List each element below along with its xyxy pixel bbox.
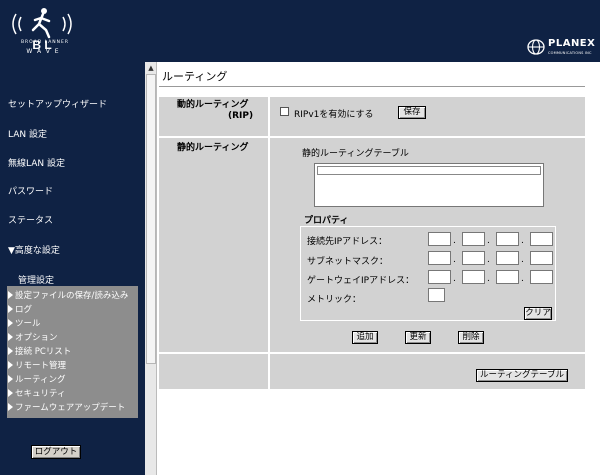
dot-separator: . (453, 274, 456, 284)
triangle-right-icon (8, 305, 13, 313)
dot-separator: . (521, 274, 524, 284)
submenu-item-config-save-load[interactable]: 設定ファイルの保存/読み込み (7, 289, 138, 303)
metric-input[interactable] (428, 288, 445, 302)
sidebar-item-password[interactable]: パスワード (8, 184, 53, 197)
title-divider (159, 86, 585, 87)
submenu-item-label: 設定ファイルの保存/読み込み (15, 291, 129, 301)
row-divider (159, 136, 585, 138)
triangle-right-icon (8, 389, 13, 397)
submenu-item-label: セキュリティ (15, 389, 66, 399)
dest-ip-label: 接続先IPアドレス： (307, 237, 388, 247)
logout-button[interactable]: ログアウト (31, 445, 81, 459)
static-routing-label: 静的ルーティング (177, 143, 249, 153)
gateway-octet-1[interactable] (428, 270, 451, 284)
submenu-item-label: リモート管理 (15, 361, 67, 371)
dest-ip-octet-3[interactable] (496, 232, 519, 246)
gateway-octet-4[interactable] (530, 270, 553, 284)
triangle-right-icon (8, 361, 13, 369)
logo-line: BROAD LANNER (20, 40, 70, 45)
dest-ip-octet-4[interactable] (530, 232, 553, 246)
scroll-thumb[interactable] (146, 74, 156, 364)
dot-separator: . (487, 236, 490, 246)
submenu-item-remote-management[interactable]: リモート管理 (7, 359, 138, 373)
page-title: ルーティング (162, 70, 228, 83)
dot-separator: . (487, 274, 490, 284)
ripv1-checkbox[interactable] (280, 107, 289, 116)
gateway-octet-2[interactable] (462, 270, 485, 284)
row-divider (159, 352, 585, 354)
save-button[interactable]: 保存 (398, 106, 426, 119)
subnet-octet-4[interactable] (530, 251, 553, 265)
submenu-item-label: ファームウェアアップデート (15, 403, 126, 413)
submenu-item-log[interactable]: ログ (7, 303, 138, 317)
static-routing-table-entry[interactable] (317, 166, 541, 175)
subnet-octet-2[interactable] (462, 251, 485, 265)
triangle-right-icon (8, 375, 13, 383)
planex-globe-icon (527, 39, 545, 55)
advanced-submenu: 設定ファイルの保存/読み込み ログ ツール オプション 接続 PCリスト リモー… (7, 286, 138, 418)
dynamic-routing-label: 動的ルーティング (177, 100, 249, 110)
triangle-right-icon (8, 291, 13, 299)
submenu-item-routing[interactable]: ルーティング (7, 373, 138, 387)
header: B L BROAD LANNER WAVE PLANEX COMMUNICATI… (0, 0, 600, 62)
dot-separator: . (453, 255, 456, 265)
sidebar-item-setup-wizard[interactable]: セットアップウィザード (8, 97, 107, 110)
dot-separator: . (521, 255, 524, 265)
sidebar-item-status[interactable]: ステータス (8, 213, 53, 226)
dynamic-routing-rip-label: (RIP) (228, 111, 254, 121)
submenu-item-label: 接続 PCリスト (15, 347, 72, 357)
delete-button[interactable]: 削除 (458, 331, 484, 344)
planex-logo: PLANEX COMMUNICATIONS INC (526, 38, 596, 58)
submenu-item-firmware-update[interactable]: ファームウェアアップデート (7, 401, 138, 415)
clear-button[interactable]: クリア (524, 307, 552, 320)
sidebar-item-advanced[interactable]: ▼高度な設定 (8, 243, 60, 256)
planex-name: PLANEX (548, 38, 596, 49)
submenu-item-tools[interactable]: ツール (7, 317, 138, 331)
add-button[interactable]: 追加 (352, 331, 378, 344)
submenu-item-security[interactable]: セキュリティ (7, 387, 138, 401)
submenu-item-label: オプション (15, 333, 58, 343)
properties-title: プロパティ (304, 216, 349, 226)
subnet-octet-3[interactable] (496, 251, 519, 265)
triangle-right-icon (8, 333, 13, 341)
subnet-label: サブネットマスク： (307, 257, 389, 267)
planex-sub: COMMUNICATIONS INC (548, 51, 592, 55)
logo-wave: WAVE (26, 48, 64, 55)
submenu-title: 管理設定 (18, 276, 55, 286)
gateway-octet-3[interactable] (496, 270, 519, 284)
triangle-right-icon (8, 403, 13, 411)
sidebar: セットアップウィザード LAN 設定 無線LAN 設定 パスワード ステータス … (0, 62, 145, 475)
dest-ip-octet-2[interactable] (462, 232, 485, 246)
ripv1-checkbox-label: RIPv1を有効にする (294, 110, 374, 120)
routing-table-button[interactable]: ルーティングテーブル (476, 369, 568, 382)
triangle-right-icon (8, 319, 13, 327)
submenu-item-options[interactable]: オプション (7, 331, 138, 345)
update-button[interactable]: 更新 (405, 331, 431, 344)
metric-label: メトリック： (307, 295, 362, 305)
subnet-octet-1[interactable] (428, 251, 451, 265)
submenu-item-label: ログ (15, 305, 33, 315)
dot-separator: . (521, 236, 524, 246)
scroll-up-icon[interactable]: ▲ (147, 64, 155, 72)
triangle-right-icon (8, 347, 13, 355)
static-routing-table-title: 静的ルーティングテーブル (302, 149, 409, 159)
dest-ip-octet-1[interactable] (428, 232, 451, 246)
vertical-scrollbar[interactable]: ▲ (145, 62, 157, 475)
column-divider (268, 97, 270, 389)
submenu-item-label: ツール (15, 319, 41, 329)
dot-separator: . (453, 236, 456, 246)
sidebar-item-wireless-lan[interactable]: 無線LAN 設定 (8, 156, 65, 169)
dot-separator: . (487, 255, 490, 265)
static-routing-table-list[interactable] (314, 163, 544, 207)
gateway-label: ゲートウェイIPアドレス： (307, 276, 415, 286)
sidebar-item-lan[interactable]: LAN 設定 (8, 127, 47, 140)
submenu-item-label: ルーティング (15, 375, 66, 385)
submenu-item-connected-pc-list[interactable]: 接続 PCリスト (7, 345, 138, 359)
